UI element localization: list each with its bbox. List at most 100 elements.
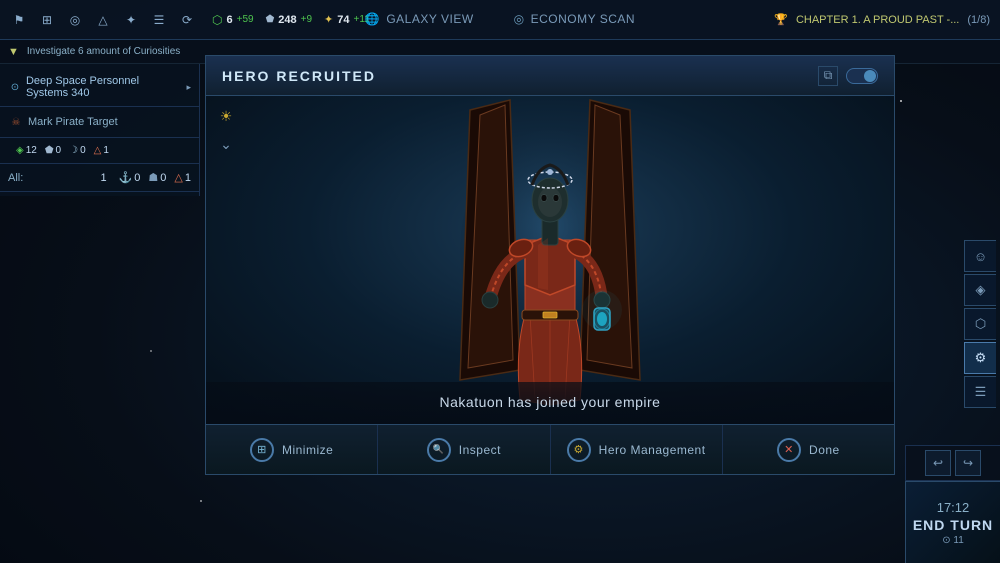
- toolbar-icon-5[interactable]: ✦: [120, 9, 142, 31]
- stat-industry: ⬟ 0: [45, 145, 61, 156]
- fleet-section: All: 1 ⚓ 0 ☗ 0 △ 1: [0, 164, 199, 192]
- minimize-icon: ⊞: [250, 438, 274, 462]
- trophy-icon: 🏆: [774, 13, 788, 26]
- modal-footer: ⊞ Minimize 🔍 Inspect ⚙ Hero Management ✕…: [206, 424, 894, 474]
- chapter-title: CHAPTER 1. A PROUD PAST -...: [796, 14, 959, 26]
- end-turn-area[interactable]: 17:12 END TURN ⊙ 11: [905, 481, 1000, 563]
- dust-delta: +59: [237, 14, 254, 25]
- top-nav: 🌐 GALAXY VIEW ◎ ECONOMY SCAN: [345, 0, 655, 39]
- modal-header: HERO RECRUITED ⧉: [206, 56, 894, 96]
- toolbar-icon-6[interactable]: ☰: [148, 9, 170, 31]
- stat-food: ◈ 12: [16, 145, 37, 156]
- stat-approval: △ 1: [94, 145, 109, 156]
- resource-dust: ⬡ 6 +59: [206, 13, 260, 27]
- galaxy-label: GALAXY VIEW: [386, 12, 473, 26]
- science-icon: ⬟: [266, 14, 275, 25]
- quest-text: Investigate 6 amount of Curiosities: [27, 46, 180, 57]
- appr-icon: △: [94, 145, 102, 156]
- pirate-icon: ☠: [8, 114, 24, 130]
- done-icon: ✕: [777, 438, 801, 462]
- toolbar-icon-3[interactable]: ◎: [64, 9, 86, 31]
- fleet-icon-3: △: [174, 171, 182, 184]
- ind-val: 0: [56, 145, 62, 156]
- galaxy-icon: 🌐: [365, 12, 380, 26]
- hero-recruited-modal: HERO RECRUITED ⧉ ☀ ⌄: [205, 55, 895, 475]
- fleet-all-val: 1: [100, 172, 106, 184]
- minimize-label: Minimize: [282, 443, 333, 457]
- nav-ctrl-left[interactable]: ↩: [925, 450, 951, 476]
- right-panel: ☺ ◈ ⬡ ⚙ ☰: [964, 240, 1000, 408]
- inspect-label: Inspect: [459, 443, 501, 457]
- fleet-icons: ⚓ 0 ☗ 0 △ 1: [119, 171, 191, 184]
- modal-toggle[interactable]: [846, 68, 878, 84]
- sci2-val: 0: [80, 145, 86, 156]
- toolbar-icons: ⚑ ⊞ ◎ △ ✦ ☰ ⟳: [0, 9, 206, 31]
- panel-colonies-btn[interactable]: ⬡: [964, 308, 996, 340]
- hero-management-button[interactable]: ⚙ Hero Management: [551, 425, 723, 474]
- pirate-section: ☠ Mark Pirate Target: [0, 107, 199, 138]
- appr-val: 1: [103, 145, 109, 156]
- fleet-val-3: 1: [185, 172, 191, 184]
- inspect-button[interactable]: 🔍 Inspect: [378, 425, 550, 474]
- hero-portrait: [400, 96, 700, 424]
- panel-heroes-btn[interactable]: ☺: [964, 240, 996, 272]
- toolbar-icon-1[interactable]: ⚑: [8, 9, 30, 31]
- economy-label: ECONOMY SCAN: [531, 12, 635, 26]
- panel-settings-btn[interactable]: ⚙: [964, 342, 996, 374]
- pirate-row[interactable]: ☠ Mark Pirate Target: [8, 111, 191, 133]
- tab-economy-scan[interactable]: ◎ ECONOMY SCAN: [494, 0, 655, 39]
- quest-icon: ▼: [8, 46, 19, 58]
- dust-icon: ⬡: [212, 13, 222, 27]
- done-button[interactable]: ✕ Done: [723, 425, 894, 474]
- fleet-val-1: 0: [134, 172, 140, 184]
- stats-section: ◈ 12 ⬟ 0 ☽ 0 △ 1: [0, 138, 199, 164]
- fleet-val-2: 0: [160, 172, 166, 184]
- toggle-knob: [864, 70, 876, 82]
- sun-icon[interactable]: ☀: [214, 104, 238, 128]
- modal-body: ☀ ⌄: [206, 96, 894, 424]
- toolbar-icon-7[interactable]: ⟳: [176, 9, 198, 31]
- fleet-row: All: 1 ⚓ 0 ☗ 0 △ 1: [8, 168, 191, 187]
- sci2-icon: ☽: [69, 145, 78, 156]
- stats-row: ◈ 12 ⬟ 0 ☽ 0 △ 1: [8, 142, 191, 159]
- resource-science: ⬟ 248 +9: [260, 14, 318, 26]
- done-label: Done: [809, 443, 840, 457]
- pirate-label: Mark Pirate Target: [28, 116, 191, 128]
- modal-copy-button[interactable]: ⧉: [818, 66, 838, 86]
- end-turn-label: END TURN: [913, 517, 993, 533]
- hero-message-text: Nakatuon has joined your empire: [440, 394, 661, 410]
- economy-icon: ◎: [514, 12, 525, 26]
- fleet-icon-1: ⚓: [119, 171, 133, 184]
- system-name[interactable]: Deep Space Personnel Systems 340: [26, 75, 183, 99]
- toolbar-icon-2[interactable]: ⊞: [36, 9, 58, 31]
- hero-management-icon: ⚙: [567, 438, 591, 462]
- food-icon: ◈: [16, 145, 24, 156]
- chapter-progress: (1/8): [967, 14, 990, 26]
- panel-misc-btn[interactable]: ☰: [964, 376, 996, 408]
- fleet-stat-2: ☗ 0: [148, 171, 166, 184]
- left-sidebar: ⊙ Deep Space Personnel Systems 340 ▸ ☠ M…: [0, 64, 200, 196]
- top-bar: ⚑ ⊞ ◎ △ ✦ ☰ ⟳ ⬡ 6 +59 ⬟ 248 +9 ✦ 74 +11 …: [0, 0, 1000, 40]
- end-turn-time: 17:12: [937, 500, 970, 515]
- minimize-button[interactable]: ⊞ Minimize: [206, 425, 378, 474]
- science-delta: +9: [301, 14, 312, 25]
- system-expand-icon[interactable]: ▸: [186, 82, 191, 93]
- nav-ctrl-right[interactable]: ↪: [955, 450, 981, 476]
- tab-galaxy-view[interactable]: 🌐 GALAXY VIEW: [345, 0, 494, 39]
- hero-svg: [430, 96, 670, 424]
- modal-controls: ⧉: [818, 66, 878, 86]
- top-right: 🏆 CHAPTER 1. A PROUD PAST -... (1/8): [774, 13, 1000, 26]
- nav-controls: ↩ ↪: [905, 445, 1000, 481]
- panel-ships-btn[interactable]: ◈: [964, 274, 996, 306]
- system-icon: ⊙: [8, 79, 22, 95]
- fleet-stat-1: ⚓ 0: [119, 171, 141, 184]
- toolbar-icon-4[interactable]: △: [92, 9, 114, 31]
- fleet-stat-3: △ 1: [174, 171, 191, 184]
- fleet-all-label: All:: [8, 172, 96, 184]
- system-row: ⊙ Deep Space Personnel Systems 340 ▸: [8, 72, 191, 102]
- moon-icon[interactable]: ⌄: [214, 132, 238, 156]
- modal-title: HERO RECRUITED: [222, 68, 376, 84]
- fleet-icon-2: ☗: [148, 171, 158, 184]
- stat-science2: ☽ 0: [69, 145, 86, 156]
- food-val: 12: [26, 145, 37, 156]
